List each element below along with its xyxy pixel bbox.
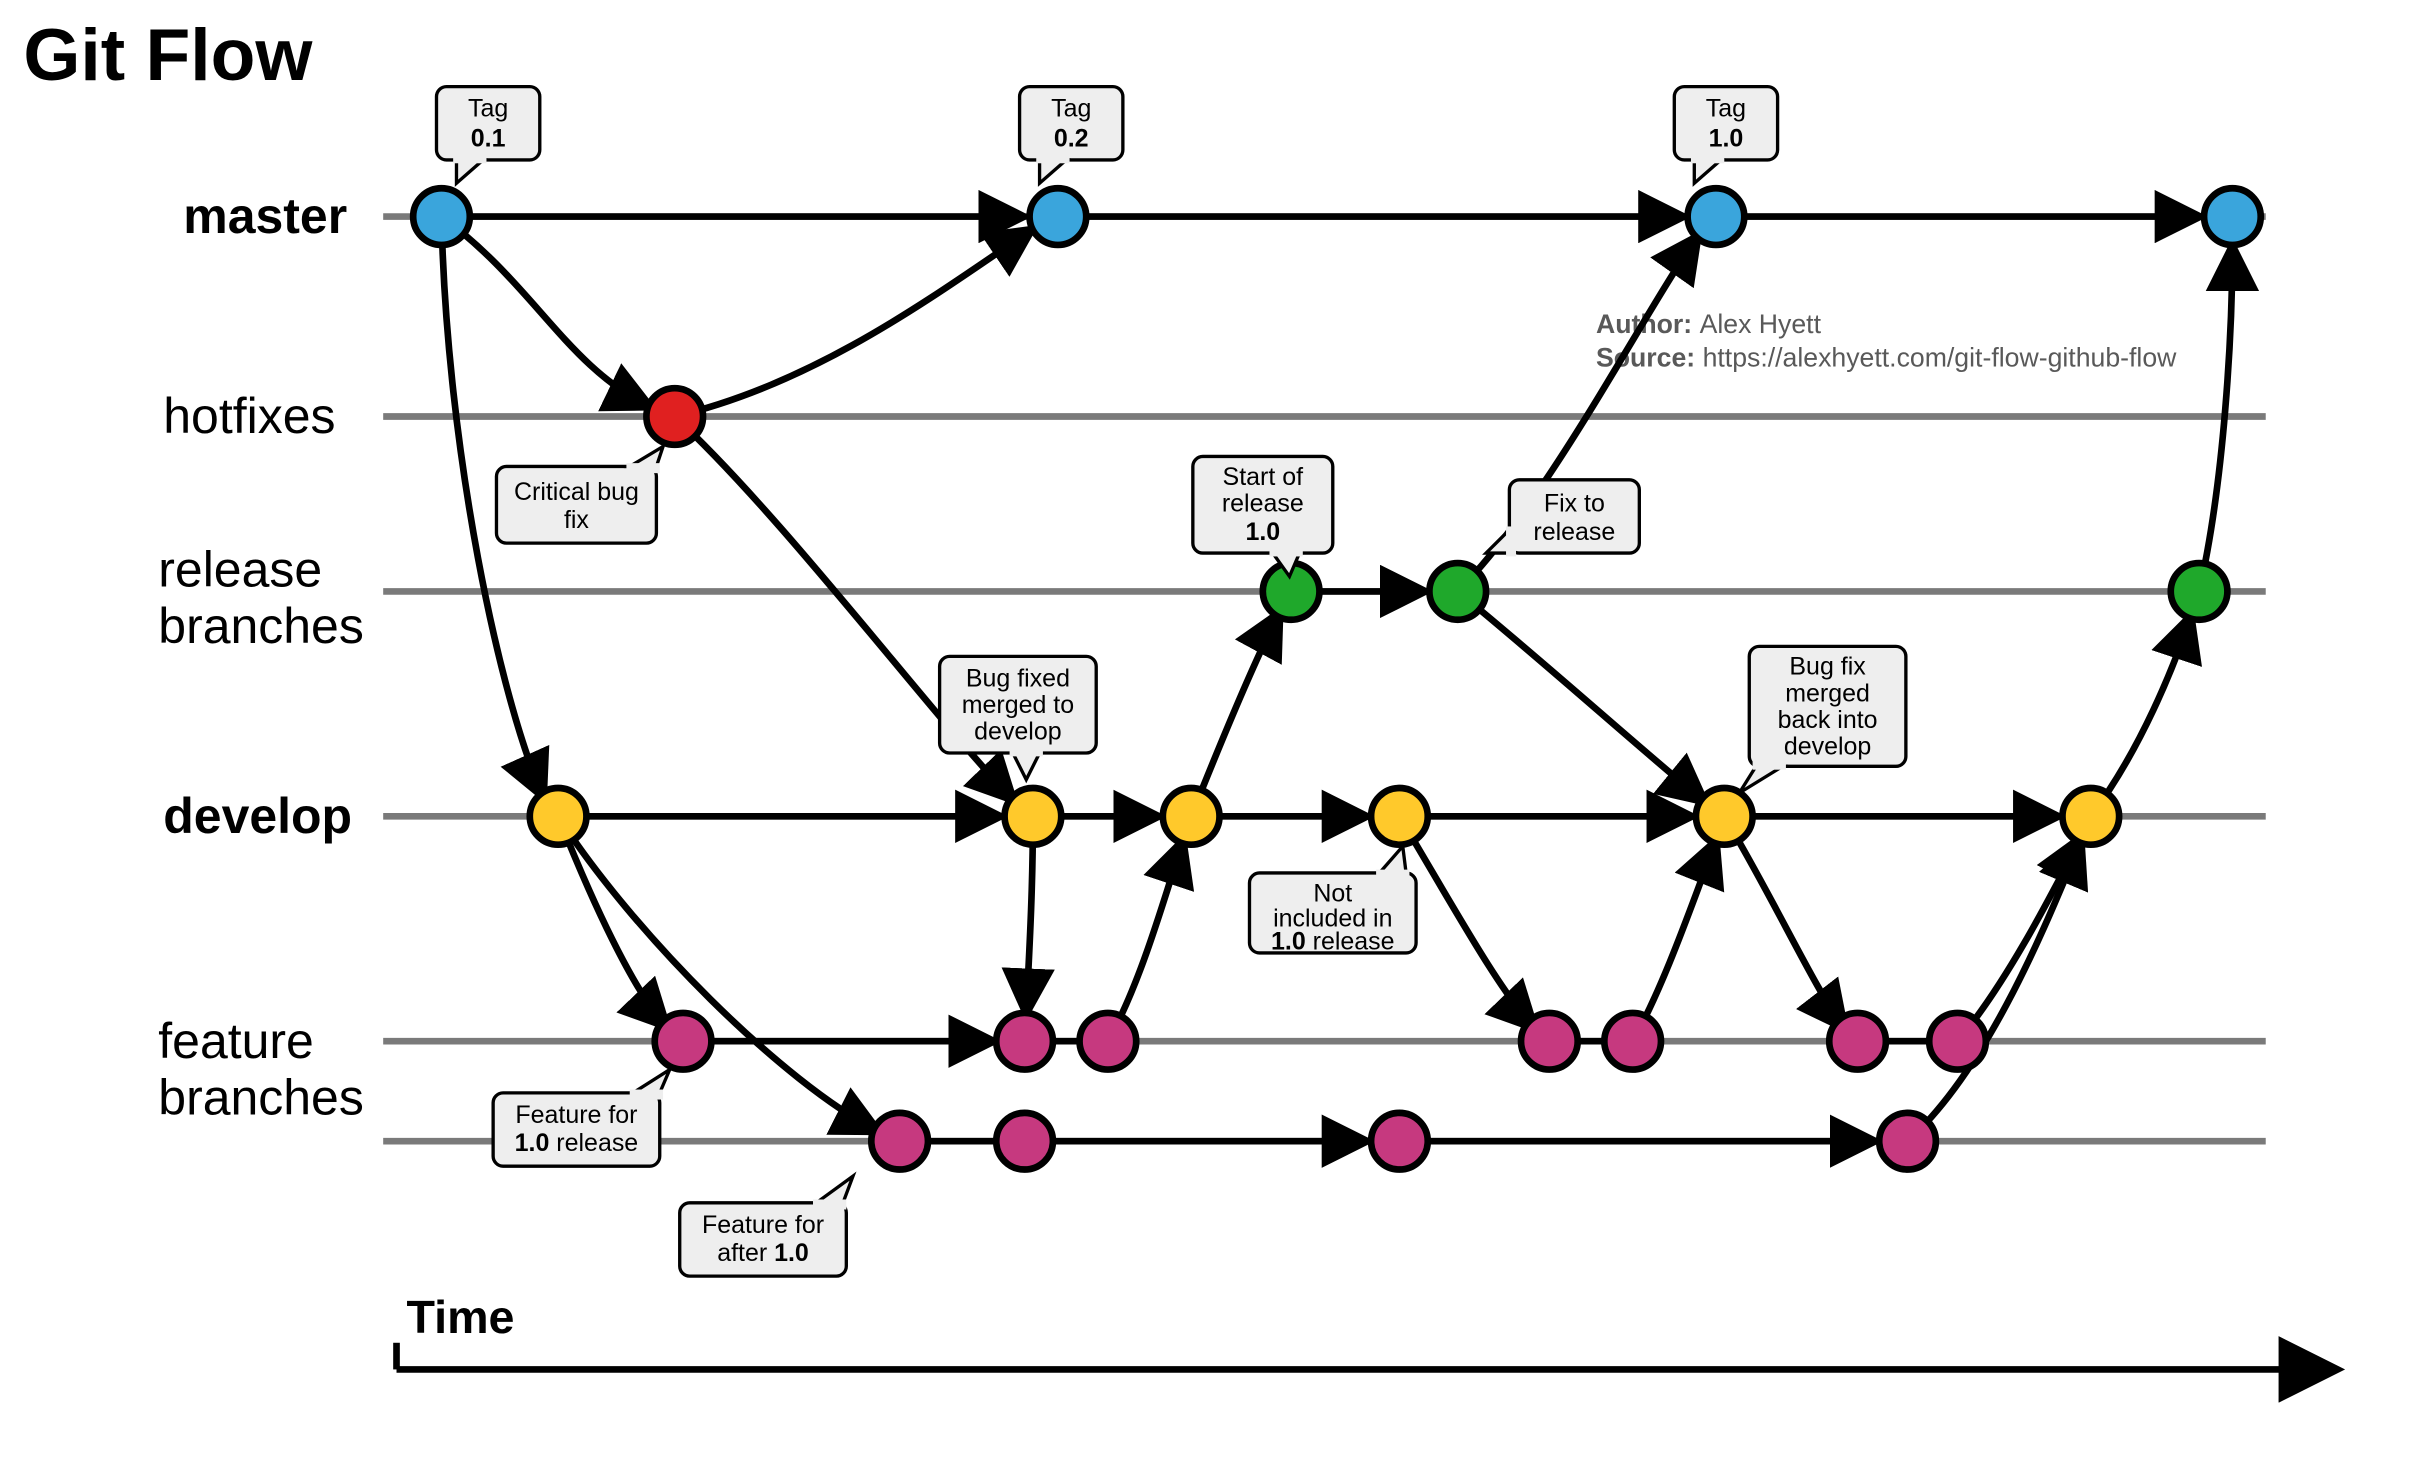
svg-text:Feature for: Feature for (515, 1101, 637, 1129)
svg-text:Tag: Tag (1051, 95, 1091, 123)
node-release-2 (2171, 563, 2228, 620)
callout-bugfixed-dev: Bug fixed merged to develop (940, 656, 1097, 779)
svg-text:Author: Alex Hyett: Author: Alex Hyett (1596, 309, 1822, 339)
lane-label-feature: featurebranches (158, 1013, 364, 1126)
node-develop-4 (1696, 788, 1753, 845)
svg-text:release: release (1533, 518, 1615, 546)
diagram-title: Git Flow (23, 14, 313, 96)
node-feat1-b1 (1604, 1013, 1661, 1070)
node-develop-0 (530, 788, 587, 845)
svg-text:Critical bug: Critical bug (514, 478, 639, 506)
callout-not-included: Not included in 1.0 release (1249, 846, 1416, 955)
svg-text:Tag: Tag (468, 95, 508, 123)
svg-text:back into: back into (1778, 706, 1878, 734)
node-release-1 (1429, 563, 1486, 620)
node-develop-3 (1371, 788, 1428, 845)
svg-text:Time: Time (407, 1291, 515, 1343)
node-feat1-c1 (1929, 1013, 1986, 1070)
svg-text:develop: develop (1784, 733, 1871, 761)
node-hotfix-0 (646, 388, 703, 445)
svg-text:1.0 release: 1.0 release (515, 1129, 639, 1157)
callout-bugfix-back: Bug fix merged back into develop (1739, 646, 1906, 793)
svg-text:0.2: 0.2 (1054, 125, 1089, 153)
node-develop-5 (2062, 788, 2119, 845)
callout-tag-01: Tag 0.1 (436, 87, 539, 184)
svg-text:merged: merged (1785, 679, 1870, 707)
svg-text:release: release (1222, 489, 1304, 517)
node-master-0 (413, 188, 470, 245)
node-master-3 (2204, 188, 2261, 245)
node-feat1-b0 (1521, 1013, 1578, 1070)
callout-critical: Critical bug fix (496, 446, 663, 543)
svg-text:fix: fix (564, 506, 589, 534)
nodes (413, 188, 2261, 1169)
time-axis: Time (397, 1291, 2336, 1370)
svg-text:Bug fixed: Bug fixed (966, 664, 1070, 692)
callout-tag-02: Tag 0.2 (1020, 87, 1123, 184)
node-master-1 (1030, 188, 1087, 245)
svg-text:Tag: Tag (1706, 95, 1746, 123)
svg-text:Fix to: Fix to (1544, 489, 1605, 517)
svg-text:Source: https://alexhyett.com/: Source: https://alexhyett.com/git-flow-g… (1596, 343, 2177, 373)
node-feat1-a2 (1080, 1013, 1137, 1070)
callout-feature-after-10: Feature for after 1.0 (680, 1176, 853, 1276)
svg-text:Not: Not (1313, 879, 1352, 907)
svg-text:1.0: 1.0 (1709, 125, 1744, 153)
node-feat1-a0 (655, 1013, 712, 1070)
lane-label-release: releasebranches (158, 541, 364, 654)
node-feat1-a1 (996, 1013, 1053, 1070)
node-feat1-c0 (1829, 1013, 1886, 1070)
callouts: Tag 0.1 Tag 0.2 Tag 1.0 Critical bug fix (436, 87, 1905, 1277)
svg-text:Bug fix: Bug fix (1789, 653, 1866, 681)
node-feat2-1 (996, 1113, 1053, 1170)
lane-labels: master hotfixes releasebranches develop … (158, 188, 364, 1125)
svg-text:1.0: 1.0 (1245, 518, 1280, 546)
node-develop-1 (1005, 788, 1062, 845)
node-master-2 (1688, 188, 1745, 245)
lane-label-develop: develop (163, 788, 352, 844)
svg-text:merged to: merged to (962, 691, 1074, 719)
lane-label-master: master (183, 188, 347, 244)
node-feat2-0 (871, 1113, 928, 1170)
svg-text:0.1: 0.1 (471, 125, 506, 153)
svg-text:1.0 release: 1.0 release (1271, 928, 1395, 956)
node-feat2-3 (1879, 1113, 1936, 1170)
svg-text:after 1.0: after 1.0 (717, 1239, 809, 1267)
callout-start-release: Start of release 1.0 (1193, 456, 1333, 576)
lane-label-hotfixes: hotfixes (163, 388, 335, 444)
callout-fix-release: Fix to release (1486, 480, 1639, 557)
svg-text:Feature for: Feature for (702, 1211, 824, 1239)
gitflow-diagram: Git Flow master hotfixes releasebranches… (0, 0, 2424, 1476)
node-feat2-2 (1371, 1113, 1428, 1170)
credits: Author: Alex Hyett Source: https://alexh… (1596, 309, 2177, 372)
svg-text:develop: develop (974, 718, 1061, 746)
node-develop-2 (1163, 788, 1220, 845)
svg-text:Start of: Start of (1223, 463, 1304, 491)
callout-tag-10: Tag 1.0 (1674, 87, 1777, 184)
callout-feature-10: Feature for 1.0 release (493, 1070, 670, 1167)
